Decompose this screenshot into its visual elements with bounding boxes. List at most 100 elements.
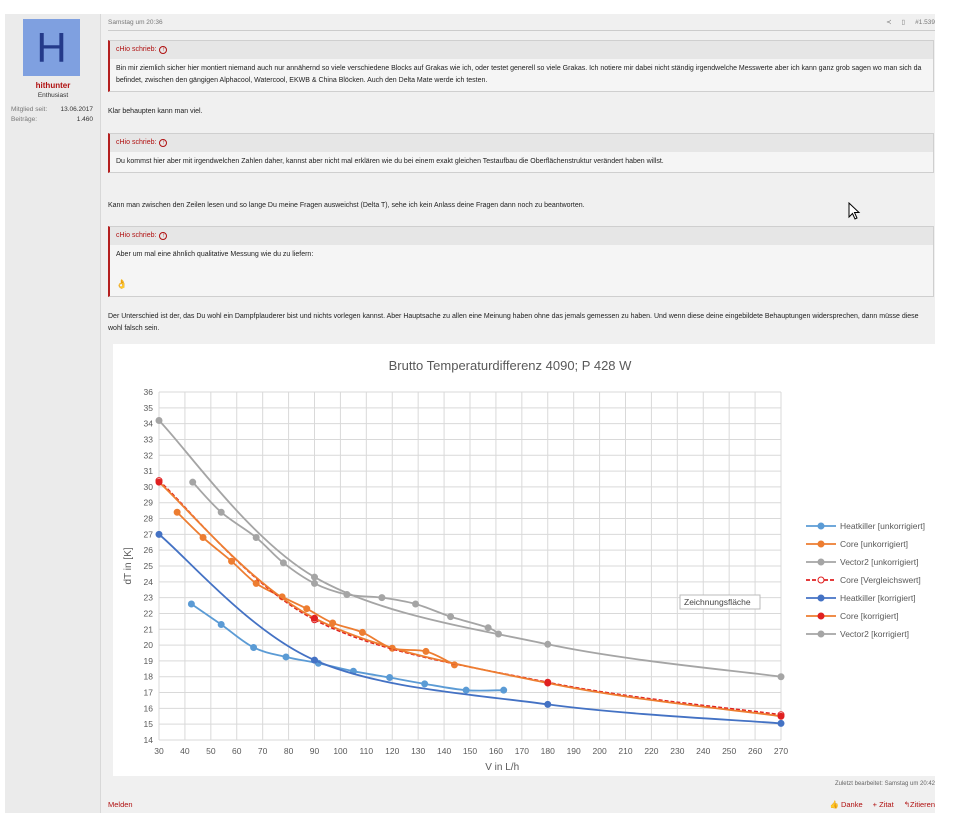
x-tick-label: 190 — [567, 746, 581, 756]
data-point — [303, 605, 311, 613]
legend-marker — [817, 612, 825, 620]
x-tick-label: 210 — [618, 746, 632, 756]
series-line — [190, 603, 504, 692]
legend-marker — [817, 594, 825, 602]
x-tick-label: 240 — [696, 746, 710, 756]
data-point — [421, 680, 429, 688]
post-count-label: Beiträge: — [11, 116, 38, 123]
x-tick-label: 160 — [489, 746, 503, 756]
data-point — [777, 673, 785, 681]
data-point — [252, 579, 260, 587]
x-tick-label: 250 — [722, 746, 736, 756]
like-label: Danke — [840, 800, 863, 809]
legend-marker — [817, 540, 825, 548]
data-point — [777, 719, 785, 727]
post-number[interactable]: #1.539 — [915, 19, 935, 26]
quote-text: Aber um mal eine ähnlich qualitative Mes… — [116, 251, 314, 258]
quote-author[interactable]: cHio schrieb: — [116, 232, 156, 239]
x-tick-label: 50 — [206, 746, 216, 756]
data-point — [311, 573, 318, 581]
jump-up-icon[interactable]: ↑ — [159, 46, 168, 54]
data-point — [311, 614, 318, 622]
data-point — [282, 653, 290, 661]
x-tick-label: 130 — [411, 746, 425, 756]
post-count-value: 1.460 — [76, 116, 93, 123]
series-line — [176, 511, 455, 666]
reply-text: Kann man zwischen den Zeilen lesen und s… — [108, 202, 585, 209]
jump-up-icon[interactable]: ↑ — [159, 139, 168, 147]
post-content: Samstag um 20:36 ≺ ▯ #1.539 cHio schrieb: ↑… — [108, 14, 936, 813]
x-tick-label: 230 — [670, 746, 684, 756]
y-tick-label: 33 — [144, 434, 154, 444]
quote-author[interactable]: cHio schrieb: — [116, 46, 156, 53]
y-tick-label: 30 — [144, 482, 154, 492]
member-since-value: 13.06.2017 — [60, 106, 93, 113]
data-point — [500, 686, 508, 694]
y-tick-label: 22 — [144, 608, 154, 618]
y-tick-label: 35 — [144, 403, 154, 413]
username-link[interactable]: hithunter — [5, 81, 101, 90]
y-tick-label: 32 — [144, 450, 154, 460]
quote-button[interactable]: ↰Zitieren — [904, 800, 935, 809]
data-point — [777, 712, 785, 720]
x-tick-label: 220 — [644, 746, 658, 756]
y-tick-label: 17 — [144, 688, 154, 698]
chart: 30 40 50 60 70 80 90 100 110 120 130 140 150 160 170 18… — [123, 358, 925, 773]
data-point — [484, 624, 492, 632]
data-point — [187, 600, 195, 608]
data-point — [252, 534, 260, 542]
legend-label: Vector2 [korrigiert] — [840, 629, 909, 639]
quote-header[interactable]: cHio schrieb: ↑ — [110, 134, 933, 152]
y-tick-label: 26 — [144, 545, 154, 555]
quote-text: Bin mir ziemlich sicher hier montiert ni… — [116, 65, 922, 84]
quote-block: cHio schrieb: ↑ Aber um mal eine ähnlich … — [108, 226, 934, 297]
y-tick-label: 18 — [144, 672, 154, 682]
share-icon[interactable]: ≺ — [886, 18, 891, 26]
data-point — [217, 621, 225, 629]
x-tick-label: 110 — [360, 746, 374, 756]
quote-text: Du kommst hier aber mit irgendwelchen Za… — [116, 158, 664, 165]
add-quote-button[interactable]: + Zitat — [873, 800, 894, 809]
data-point — [544, 640, 552, 648]
y-tick-label: 23 — [144, 593, 154, 603]
data-point — [462, 686, 470, 694]
x-tick-label: 90 — [310, 746, 320, 756]
x-tick-label: 170 — [515, 746, 529, 756]
data-point — [217, 508, 225, 516]
y-axis-label: dT in [K] — [123, 547, 134, 584]
mouse-cursor — [848, 202, 861, 220]
data-point — [544, 679, 552, 687]
quote-block: cHio schrieb: ↑ Bin mir ziemlich sicher h… — [108, 40, 934, 92]
y-tick-label: 36 — [144, 387, 154, 397]
quote-header[interactable]: cHio schrieb: ↑ — [110, 41, 933, 59]
post: H hithunter Enthusiast Mitglied seit: 13.… — [5, 5, 936, 813]
data-point — [447, 613, 455, 621]
quote-author[interactable]: cHio schrieb: — [116, 139, 156, 146]
post-date[interactable]: Samstag um 20:36 — [108, 19, 163, 26]
user-title: Enthusiast — [37, 92, 69, 99]
data-point — [386, 674, 394, 682]
quote-block: cHio schrieb: ↑ Du kommst hier aber mit i… — [108, 133, 934, 173]
x-tick-label: 140 — [437, 746, 451, 756]
jump-up-icon[interactable]: ↑ — [159, 232, 168, 240]
legend-label: Heatkiller [unkorrigiert] — [840, 521, 925, 531]
data-point — [544, 700, 552, 708]
report-link[interactable]: Melden — [108, 800, 133, 809]
post-header: Samstag um 20:36 ≺ ▯ #1.539 — [108, 14, 935, 31]
x-tick-label: 180 — [541, 746, 555, 756]
data-point — [358, 628, 366, 636]
x-tick-label: 100 — [333, 746, 347, 756]
last-edited: Zuletzt bearbeitet: Samstag um 20:42 — [834, 781, 935, 787]
legend-marker — [817, 558, 825, 566]
bookmark-icon[interactable]: ▯ — [902, 18, 906, 26]
data-point — [311, 656, 318, 664]
y-tick-label: 24 — [144, 577, 154, 587]
tooltip-text: Zeichnungsfläche — [684, 597, 751, 607]
y-tick-label: 29 — [144, 498, 154, 508]
like-button[interactable]: 👍 Danke — [830, 800, 863, 809]
x-tick-label: 80 — [284, 746, 294, 756]
avatar[interactable]: H — [23, 19, 80, 76]
y-tick-label: 16 — [144, 703, 154, 713]
quote-header[interactable]: cHio schrieb: ↑ — [110, 227, 933, 245]
quote-label: Zitieren — [909, 800, 935, 809]
